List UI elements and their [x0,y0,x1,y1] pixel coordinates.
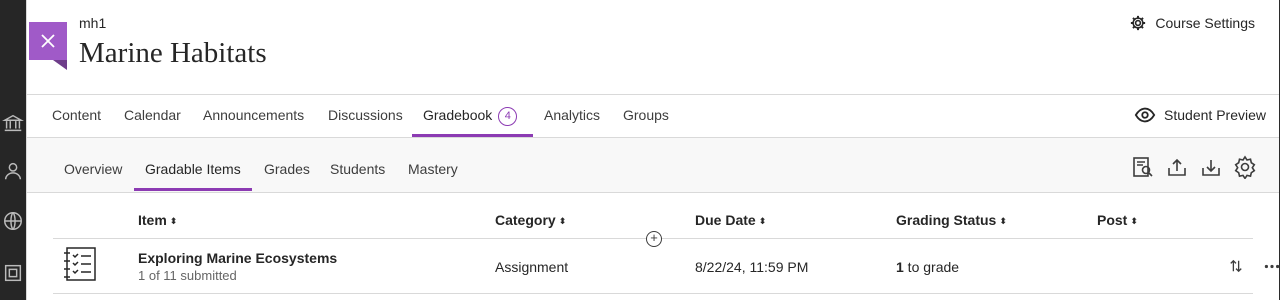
course-nav: Content Calendar Announcements Discussio… [27,94,1279,138]
left-rail [0,0,26,300]
item-due-date: 8/22/24, 11:59 PM [695,259,809,275]
tab-calendar[interactable]: Calendar [113,95,192,137]
tab-content[interactable]: Content [41,95,112,137]
column-post[interactable]: Post ⬍ [1097,212,1138,228]
column-due-date[interactable]: Due Date ⬍ [695,212,766,228]
sort-icon: ⬍ [999,216,1007,226]
course-settings-label: Course Settings [1155,15,1255,31]
subtab-grades[interactable]: Grades [253,150,321,191]
tab-discussions[interactable]: Discussions [317,95,414,137]
column-due-date-label: Due Date [695,212,756,228]
sort-icon: ⬍ [1130,216,1138,226]
eye-icon [1134,107,1156,123]
courses-icon[interactable] [2,262,24,284]
submission-count: 1 of 11 submitted [138,268,237,283]
table-row: Exploring Marine Ecosystems 1 of 11 subm… [53,240,1280,294]
close-icon [41,34,55,48]
profile-icon[interactable] [2,160,24,182]
grading-status-text: to grade [903,259,960,275]
item-title[interactable]: Exploring Marine Ecosystems [138,250,337,266]
column-category-label: Category [495,212,556,228]
subtab-students[interactable]: Students [319,150,396,191]
tab-analytics[interactable]: Analytics [533,95,611,137]
more-options-icon[interactable] [1262,256,1280,276]
subtab-overview[interactable]: Overview [53,150,133,191]
column-item-label: Item [138,212,167,228]
subtab-mastery[interactable]: Mastery [397,150,469,191]
page-title: Marine Habitats [79,37,267,69]
sort-icon: ⬍ [558,216,567,226]
close-button[interactable] [29,22,67,60]
gradebook-count-badge: 4 [498,107,518,126]
column-item[interactable]: Item ⬍ [138,212,177,228]
reorder-icon[interactable] [1226,256,1246,276]
tab-announcements[interactable]: Announcements [192,95,315,137]
close-button-fold [53,60,67,70]
column-grading-status[interactable]: Grading Status ⬍ [896,212,1007,228]
search-document-icon[interactable] [1131,155,1155,179]
course-settings-button[interactable]: Course Settings [1129,14,1255,32]
column-post-label: Post [1097,212,1128,228]
gear-icon[interactable] [1233,155,1257,179]
globe-icon[interactable] [2,210,24,232]
download-icon[interactable] [1199,155,1223,179]
gradebook-subnav: Overview Gradable Items Grades Students … [27,138,1279,193]
sort-icon: ⬍ [758,216,767,226]
institution-icon[interactable] [2,112,24,134]
assignment-icon [64,247,96,281]
item-category: Assignment [495,259,569,275]
student-preview-button[interactable]: Student Preview [1134,104,1266,126]
tab-gradebook-label: Gradebook [423,107,493,123]
column-grading-status-label: Grading Status [896,212,997,228]
subtab-gradable-items[interactable]: Gradable Items [134,150,252,191]
student-preview-label: Student Preview [1164,107,1266,123]
tab-gradebook[interactable]: Gradebook 4 [412,95,533,137]
tab-groups[interactable]: Groups [612,95,680,137]
grading-count: 1 [896,259,904,275]
course-id: mh1 [79,15,107,31]
sort-icon: ⬍ [169,216,178,226]
item-grading-status[interactable]: 1 to grade [896,259,959,275]
column-category[interactable]: Category ⬍ [495,212,566,228]
gradebook-tools [1131,155,1257,179]
gear-icon [1131,15,1146,31]
course-panel: mh1 Marine Habitats Course Settings Cont… [26,0,1280,300]
upload-icon[interactable] [1165,155,1189,179]
